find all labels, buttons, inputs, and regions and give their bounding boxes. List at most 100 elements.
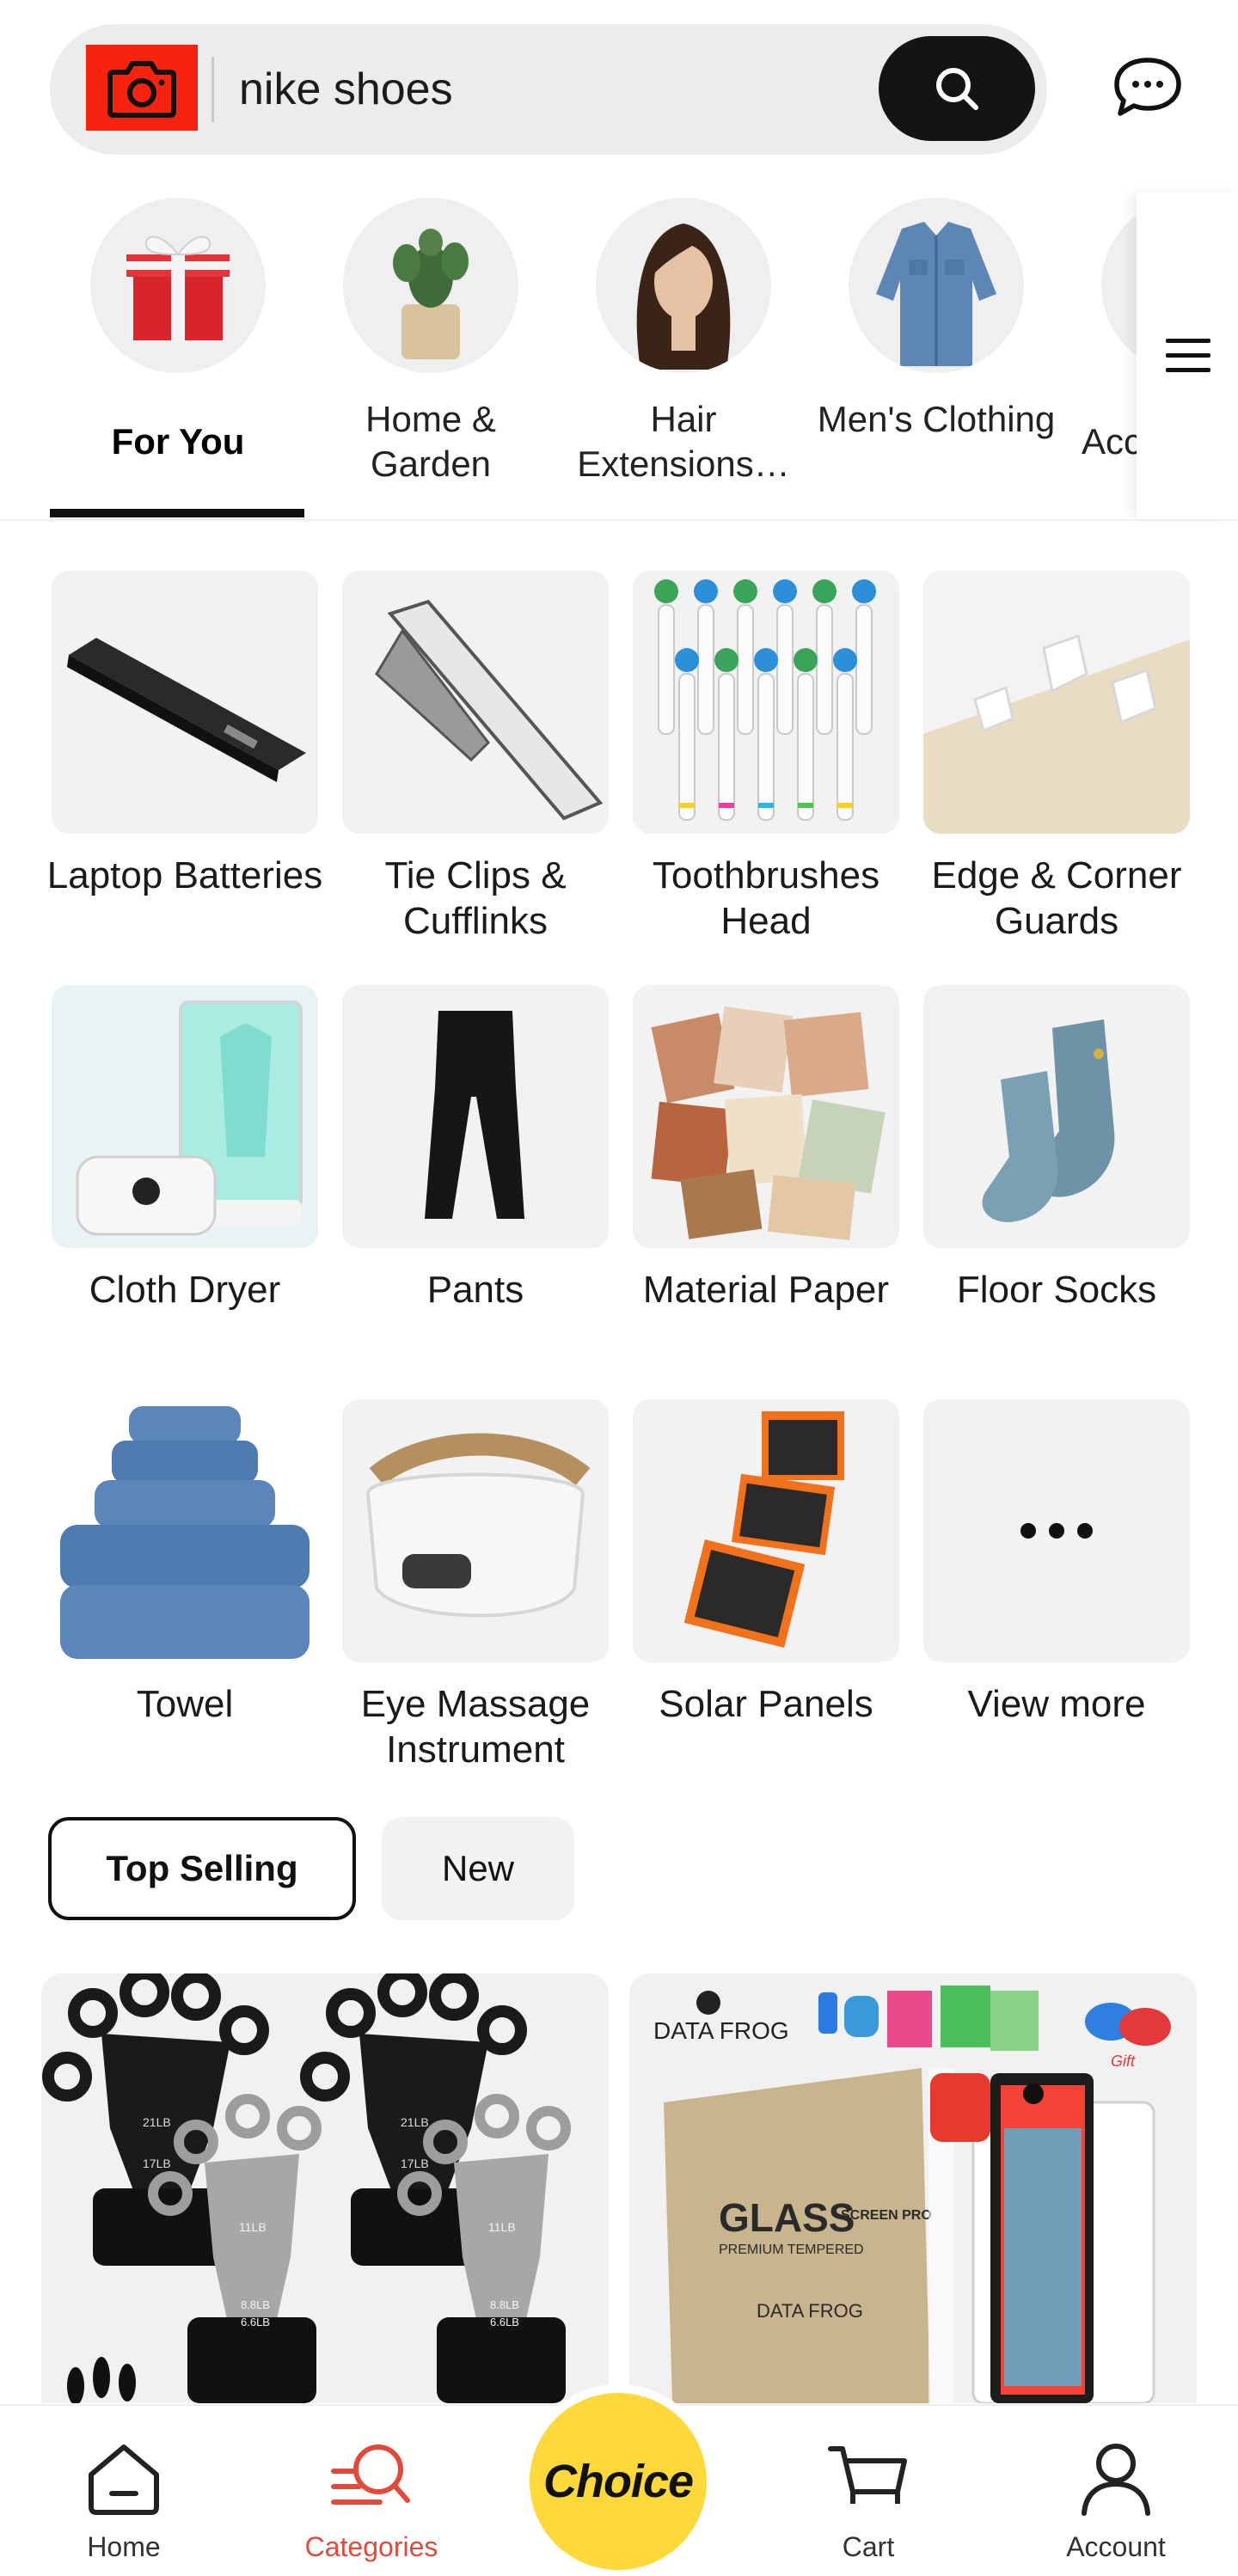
nav-categories[interactable]: Categories: [285, 2435, 457, 2564]
tab-for-you[interactable]: For You: [52, 198, 304, 490]
grip-label: 6.6LB: [490, 2316, 519, 2328]
category-image: [923, 571, 1190, 834]
filter-new[interactable]: New: [382, 1817, 574, 1920]
tab-image: [343, 198, 518, 373]
search-icon: [936, 68, 978, 110]
potted-cactus-icon: [393, 229, 469, 359]
category-material-paper[interactable]: Material Paper: [633, 985, 899, 1363]
material-paper-icon: [651, 1006, 886, 1240]
grip-label: 8.8LB: [241, 2298, 270, 2311]
category-floor-socks[interactable]: Floor Socks: [923, 985, 1190, 1363]
tab-hair-extensions[interactable]: Hair Extensions…: [557, 198, 810, 490]
nav-cart[interactable]: Cart: [782, 2435, 954, 2564]
category-label: Laptop Batteries: [46, 854, 323, 896]
category-label: Cloth Dryer: [89, 1269, 281, 1311]
product-card-hand-grip[interactable]: 21LB 21LB 17LB 17LB 11LB 11LB 8.8LB 8.8L…: [41, 1973, 609, 2403]
tab-image: [596, 198, 771, 373]
filter-top-selling[interactable]: Top Selling: [48, 1817, 356, 1920]
hand-grip-trainer-icon: 21LB 21LB 17LB 17LB 11LB 11LB 8.8LB 8.8L…: [42, 1973, 571, 2403]
choice-label: Choice: [542, 2456, 694, 2507]
category-pants[interactable]: Pants: [342, 985, 609, 1363]
category-image: [342, 985, 609, 1248]
tab-home-garden[interactable]: Home & Garden: [304, 198, 557, 490]
tab-mens-clothing[interactable]: Men's Clothing: [810, 198, 1063, 490]
category-view-more[interactable]: View more: [923, 1399, 1190, 1778]
categories-search-icon: [328, 2435, 414, 2521]
grip-label: 11LB: [239, 2220, 267, 2234]
category-edge-corner-guards[interactable]: Edge & Corner Guards: [923, 571, 1190, 949]
category-image: [342, 1399, 609, 1662]
category-image: [52, 571, 318, 834]
search-input[interactable]: nike shoes: [239, 57, 453, 122]
category-laptop-batteries[interactable]: Laptop Batteries: [47, 571, 322, 949]
category-label: Edge & Corner Guards: [931, 854, 1182, 942]
pants-icon: [425, 1011, 524, 1219]
eye-massager-icon: [365, 1433, 591, 1618]
grip-label: 6.6LB: [241, 2316, 270, 2328]
category-solar-panels[interactable]: Solar Panels: [633, 1399, 899, 1778]
category-label: Pants: [426, 1269, 524, 1311]
nav-label: Categories: [304, 2531, 438, 2562]
category-towel[interactable]: Towel: [52, 1399, 318, 1778]
toothbrush-heads-icon: [654, 579, 876, 821]
nav-account[interactable]: Account: [1030, 2435, 1202, 2564]
grip-label: 8.8LB: [490, 2298, 519, 2311]
product-card-screen-protector[interactable]: DATA FROG Gift GLASS SCREEN PRO PREMIUM …: [629, 1973, 1197, 2403]
active-tab-indicator: [50, 509, 304, 517]
grip-label: 11LB: [488, 2220, 516, 2234]
box-title: GLASS: [719, 2195, 855, 2240]
box-brand: DATA FROG: [757, 2300, 863, 2322]
nav-label: Cart: [842, 2531, 895, 2562]
category-cloth-dryer[interactable]: Cloth Dryer: [52, 985, 318, 1363]
tab-image: [90, 198, 266, 373]
search-button[interactable]: [879, 36, 1035, 141]
laptop-battery-icon: [67, 638, 306, 782]
category-menu-button[interactable]: [1164, 332, 1212, 380]
chat-bubble-icon: [1114, 58, 1181, 116]
corner-guard-icon: [923, 571, 1190, 834]
category-image: [633, 571, 899, 834]
nav-home[interactable]: Home: [38, 2435, 210, 2564]
category-label: Tie Clips & Cufflinks: [384, 854, 567, 942]
cart-icon: [825, 2435, 911, 2521]
category-label: Eye Massage Instrument: [360, 1683, 591, 1771]
tab-label: Hair Extensions…: [577, 399, 790, 484]
category-image: [633, 1399, 899, 1662]
category-image: [923, 1399, 1190, 1662]
woman-hair-icon: [636, 223, 731, 370]
denim-shirt-icon: [876, 222, 996, 366]
grip-label: 21LB: [143, 2115, 171, 2129]
category-eye-massage[interactable]: Eye Massage Instrument: [342, 1399, 609, 1778]
grip-label: 21LB: [401, 2115, 429, 2129]
account-icon: [1073, 2435, 1159, 2521]
category-label: Towel: [136, 1683, 234, 1725]
tab-label: For You: [111, 421, 245, 462]
messages-button[interactable]: [1109, 52, 1186, 124]
category-toothbrushes-head[interactable]: Toothbrushes Head: [633, 571, 899, 949]
nav-label: Account: [1066, 2531, 1166, 2562]
gift-badge: Gift: [1111, 2053, 1136, 2070]
category-label: Floor Socks: [956, 1269, 1157, 1311]
nav-choice-button[interactable]: Choice: [530, 2393, 707, 2570]
category-label: Solar Panels: [659, 1683, 873, 1725]
tab-label: Men's Clothing: [817, 399, 1056, 439]
tab-image: [849, 198, 1024, 373]
nav-label: Home: [87, 2531, 161, 2562]
box-caption: PREMIUM TEMPERED: [719, 2243, 864, 2257]
category-label: Toothbrushes Head: [652, 854, 880, 942]
camera-search-button[interactable]: [86, 45, 198, 131]
home-icon: [81, 2435, 167, 2521]
tabs-divider: [0, 519, 1238, 521]
solar-panel-icon: [683, 1411, 844, 1649]
search-divider: [211, 57, 214, 122]
category-image: [633, 985, 899, 1248]
cloth-dryer-icon: [76, 1000, 303, 1236]
more-dots-icon: [1020, 1523, 1093, 1539]
grip-label: 17LB: [143, 2157, 171, 2170]
socks-icon: [982, 1019, 1115, 1222]
grip-label: 17LB: [401, 2157, 429, 2170]
category-image: [52, 1399, 318, 1662]
category-tie-clips[interactable]: Tie Clips & Cufflinks: [342, 571, 609, 949]
category-label: Material Paper: [642, 1269, 890, 1311]
tie-clip-icon: [375, 599, 604, 821]
